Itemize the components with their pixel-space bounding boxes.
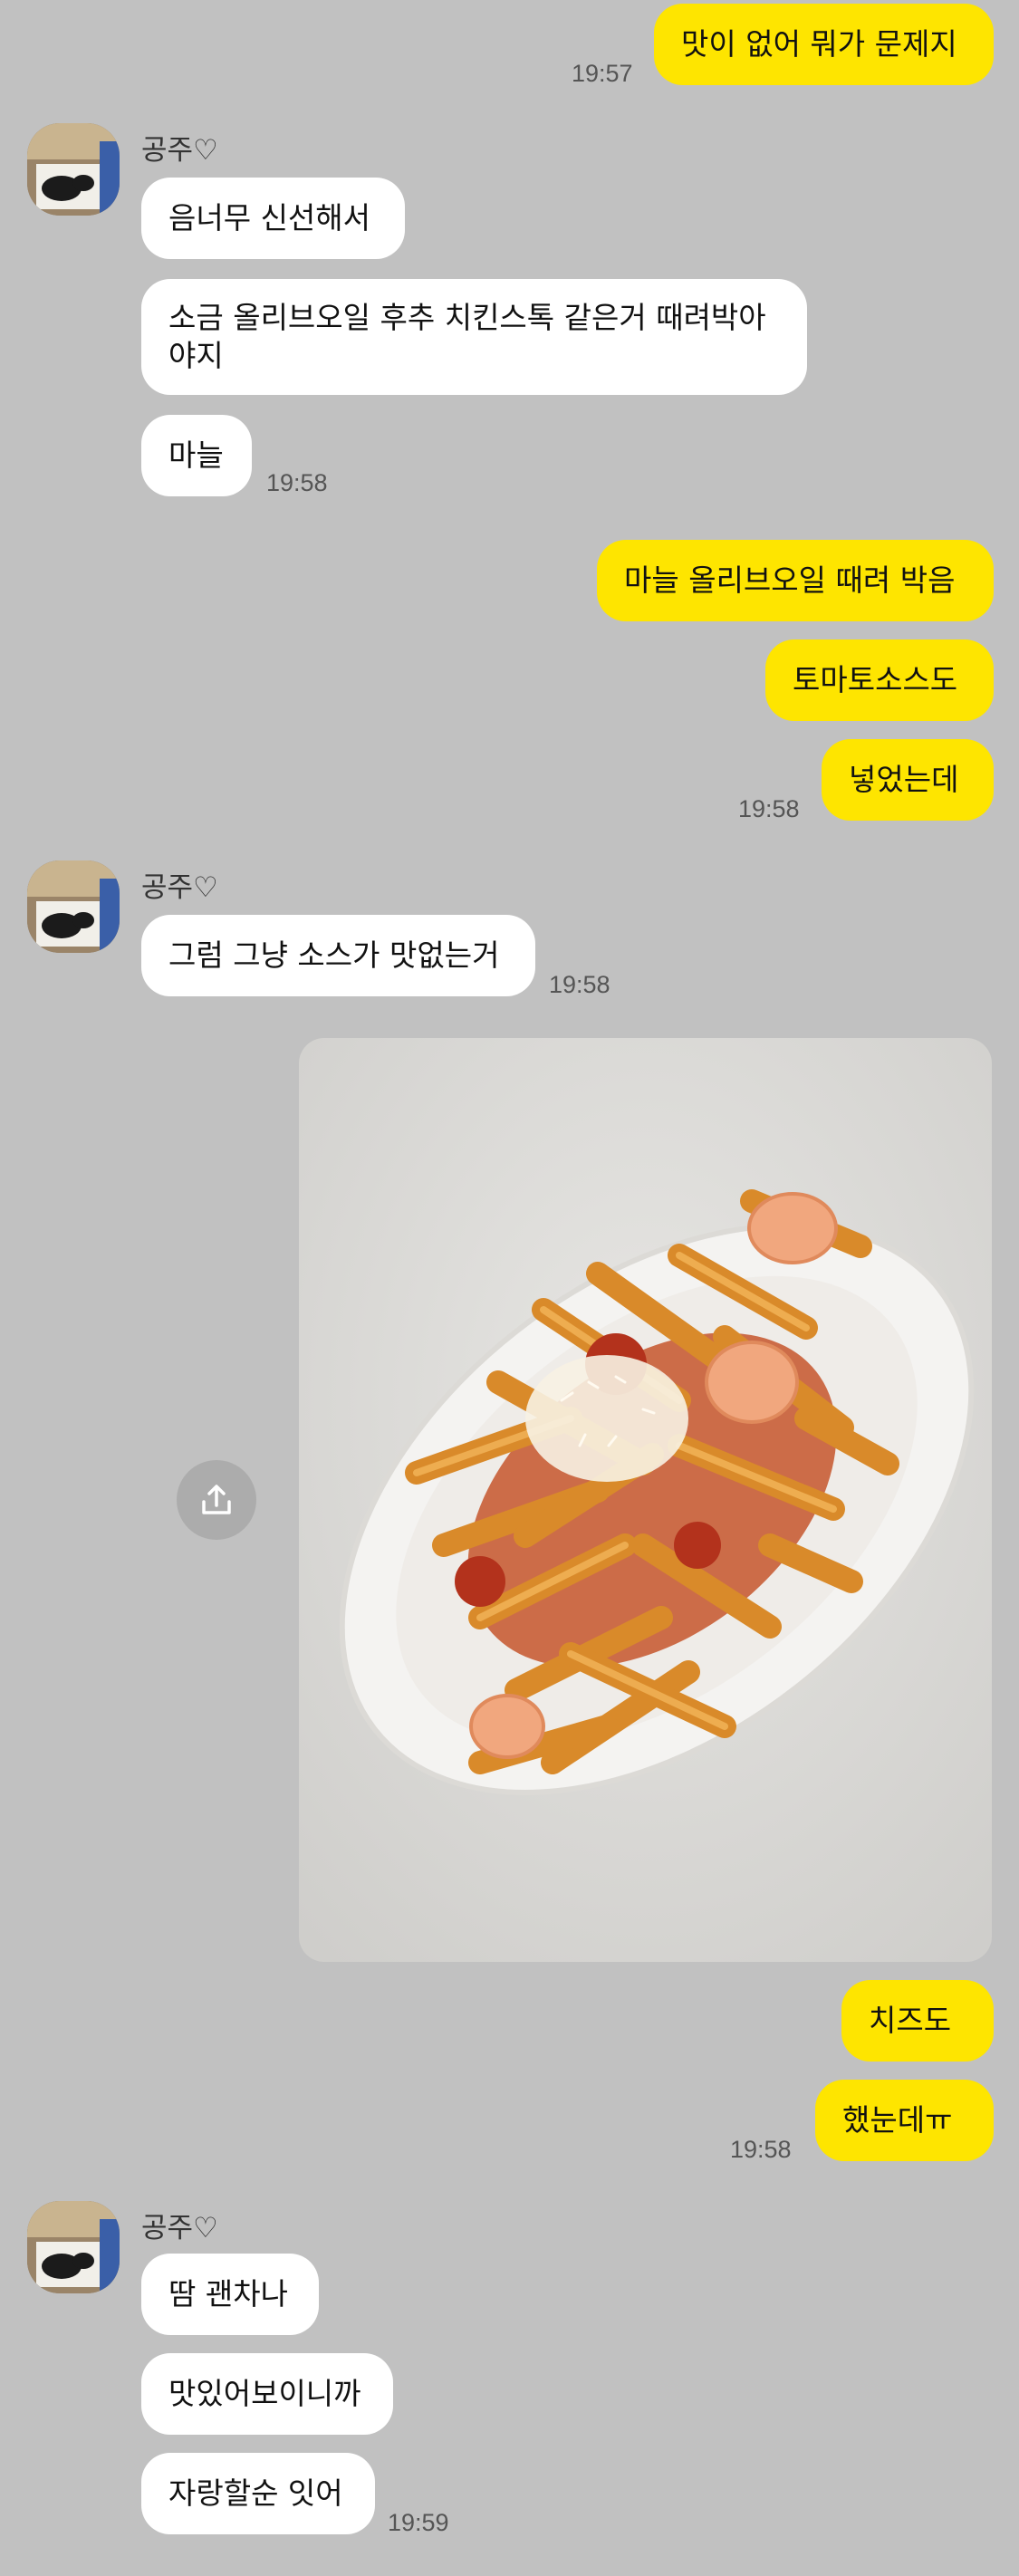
contact-avatar[interactable]: [27, 2201, 120, 2293]
timestamp: 19:58: [549, 971, 610, 998]
my-message-bubble[interactable]: 치즈도: [841, 1980, 994, 2062]
their-message-bubble[interactable]: 소금 올리브오일 후추 치킨스톡 같은거 때려박아 야지: [141, 279, 807, 395]
timestamp: 19:58: [266, 469, 328, 496]
avatar-image: [27, 123, 120, 216]
pasta-photo: [299, 1038, 992, 1962]
message-text-line: 야지: [168, 338, 224, 373]
their-message-bubble[interactable]: 그럼 그냥 소스가 맛없는거: [141, 915, 535, 996]
their-message-bubble[interactable]: 음너무 신선해서: [141, 178, 405, 259]
contact-name: 공주♡: [141, 871, 218, 904]
contact-name: 공주♡: [141, 134, 218, 167]
my-message-bubble[interactable]: 마늘 올리브오일 때려 박음: [597, 540, 994, 621]
my-message-bubble[interactable]: 넣었는데: [822, 739, 994, 821]
my-message-bubble[interactable]: 토마토소스도: [765, 639, 994, 721]
contact-avatar[interactable]: [27, 860, 120, 953]
avatar-image: [27, 2201, 120, 2293]
avatar-image: [27, 860, 120, 953]
message-text-line: 소금 올리브오일 후추 치킨스톡 같은거 때려박아: [168, 300, 766, 335]
timestamp: 19:58: [730, 2136, 792, 2163]
their-message-bubble[interactable]: 땀 괜차나: [141, 2254, 319, 2335]
share-icon: [202, 1485, 231, 1514]
my-message-bubble[interactable]: 맛이 없어 뭐가 문제지: [654, 4, 994, 85]
their-message-bubble[interactable]: 자랑할순 잇어: [141, 2453, 375, 2534]
contact-avatar[interactable]: [27, 123, 120, 216]
my-message-bubble[interactable]: 했눈데ㅠ: [815, 2080, 994, 2161]
timestamp: 19:57: [572, 60, 633, 87]
their-message-bubble[interactable]: 맛있어보이니까: [141, 2353, 393, 2435]
timestamp: 19:58: [738, 795, 800, 822]
contact-name: 공주♡: [141, 2212, 218, 2244]
timestamp: 19:59: [388, 2509, 449, 2536]
share-button[interactable]: [177, 1460, 256, 1540]
photo-message[interactable]: [299, 1038, 992, 1962]
their-message-bubble[interactable]: 마늘: [141, 415, 252, 496]
